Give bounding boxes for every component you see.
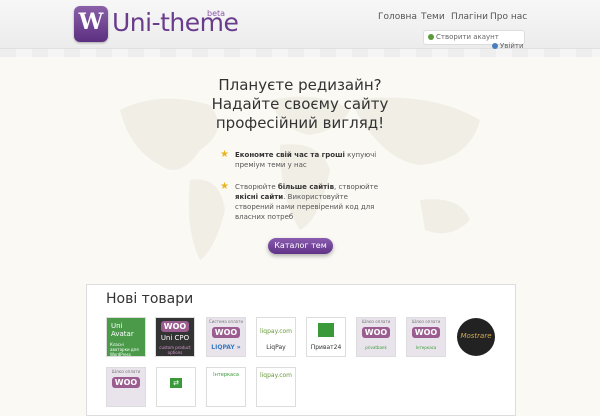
beta-badge: beta: [207, 9, 226, 18]
hero-line-1: Плануєте редизайн?: [218, 76, 382, 94]
product-woo-liqpay[interactable]: Система оплати WOO LIQPAY »: [206, 317, 246, 357]
header-strip: [0, 49, 600, 57]
site-header: W Uni-theme beta Головна Теми Плагіни Пр…: [0, 0, 600, 50]
hero-heading: Плануєте редизайн? Надайте своєму сайту …: [150, 76, 450, 133]
create-account-link[interactable]: Створити акаунт: [428, 33, 499, 41]
nav-item-themes[interactable]: Теми: [421, 12, 445, 22]
product-uni-avatar[interactable]: Uni Avatar Класні аватарки для WordPress: [106, 317, 146, 357]
product-privat24[interactable]: Приват24: [306, 317, 346, 357]
catalog-button[interactable]: Каталог тем: [268, 238, 333, 254]
product-liqpay-2[interactable]: liqpay.com: [256, 367, 296, 407]
product-uni-cpo[interactable]: WOO Uni CPO custom product options: [155, 317, 195, 357]
privat-logo-icon: [318, 323, 334, 337]
user-add-icon: [428, 34, 434, 40]
nav-item-plugins[interactable]: Плагіни: [451, 12, 488, 22]
product-woo-gateway[interactable]: Шлюз оплати WOO: [106, 367, 146, 407]
hero-line-3: професійний вигляд!: [215, 114, 385, 132]
nav-item-about[interactable]: Про нас: [490, 12, 527, 22]
product-interkassa[interactable]: Інтеркаса: [206, 367, 246, 407]
product-liqpay[interactable]: liqpay.com LiqPay: [256, 317, 296, 357]
star-icon: ★: [220, 181, 229, 192]
product-mostrare[interactable]: Mostrare: [456, 317, 496, 357]
hero-line-2: Надайте своєму сайту: [211, 95, 389, 113]
product-exchange[interactable]: ⇄: [156, 367, 196, 407]
logo-icon[interactable]: W: [74, 6, 108, 42]
star-icon: ★: [220, 149, 229, 160]
products-title: Нові товари: [106, 291, 194, 307]
new-products-panel: Нові товари Uni Avatar Класні аватарки д…: [86, 284, 516, 416]
nav-item-home[interactable]: Головна: [378, 12, 417, 22]
product-woo-privatbank[interactable]: Шлюз оплати WOO privatbank: [356, 317, 396, 357]
product-woo-interkassa[interactable]: Шлюз оплати WOO Інтеркаса: [406, 317, 446, 357]
